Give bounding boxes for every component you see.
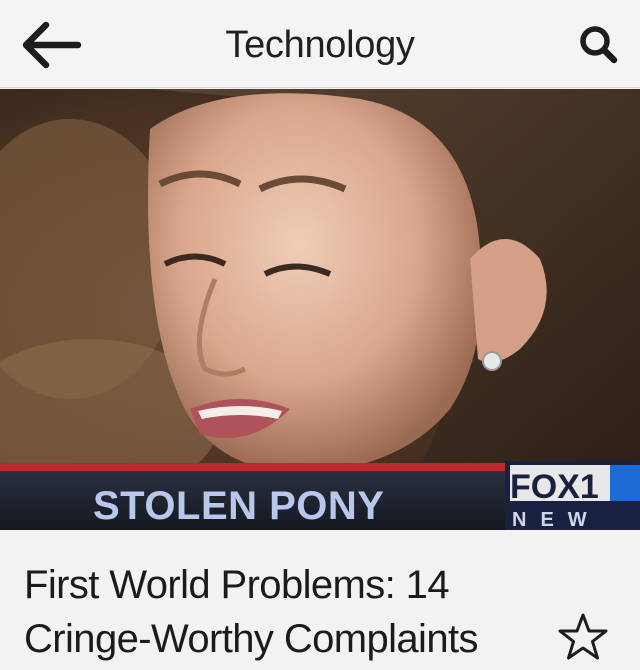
page-title: Technology — [225, 24, 415, 66]
search-button[interactable] — [576, 22, 622, 68]
network-logo-sub: NEW — [512, 509, 601, 530]
article-hero-image[interactable]: STOLEN PONY FOX1 NEW — [0, 89, 640, 530]
back-button[interactable] — [18, 18, 84, 72]
star-outline-icon — [558, 613, 608, 660]
network-logo: FOX1 — [510, 468, 599, 506]
hero-photo: STOLEN PONY FOX1 NEW — [0, 89, 640, 530]
back-arrow-icon — [22, 21, 82, 69]
top-bar: Technology — [0, 0, 640, 88]
article-info: First World Problems: 14 Cringe-Worthy C… — [0, 530, 640, 670]
article-headline[interactable]: First World Problems: 14 Cringe-Worthy C… — [24, 558, 544, 666]
search-icon — [580, 26, 618, 64]
hero-caption: STOLEN PONY — [93, 484, 384, 528]
bookmark-button[interactable] — [558, 612, 608, 662]
